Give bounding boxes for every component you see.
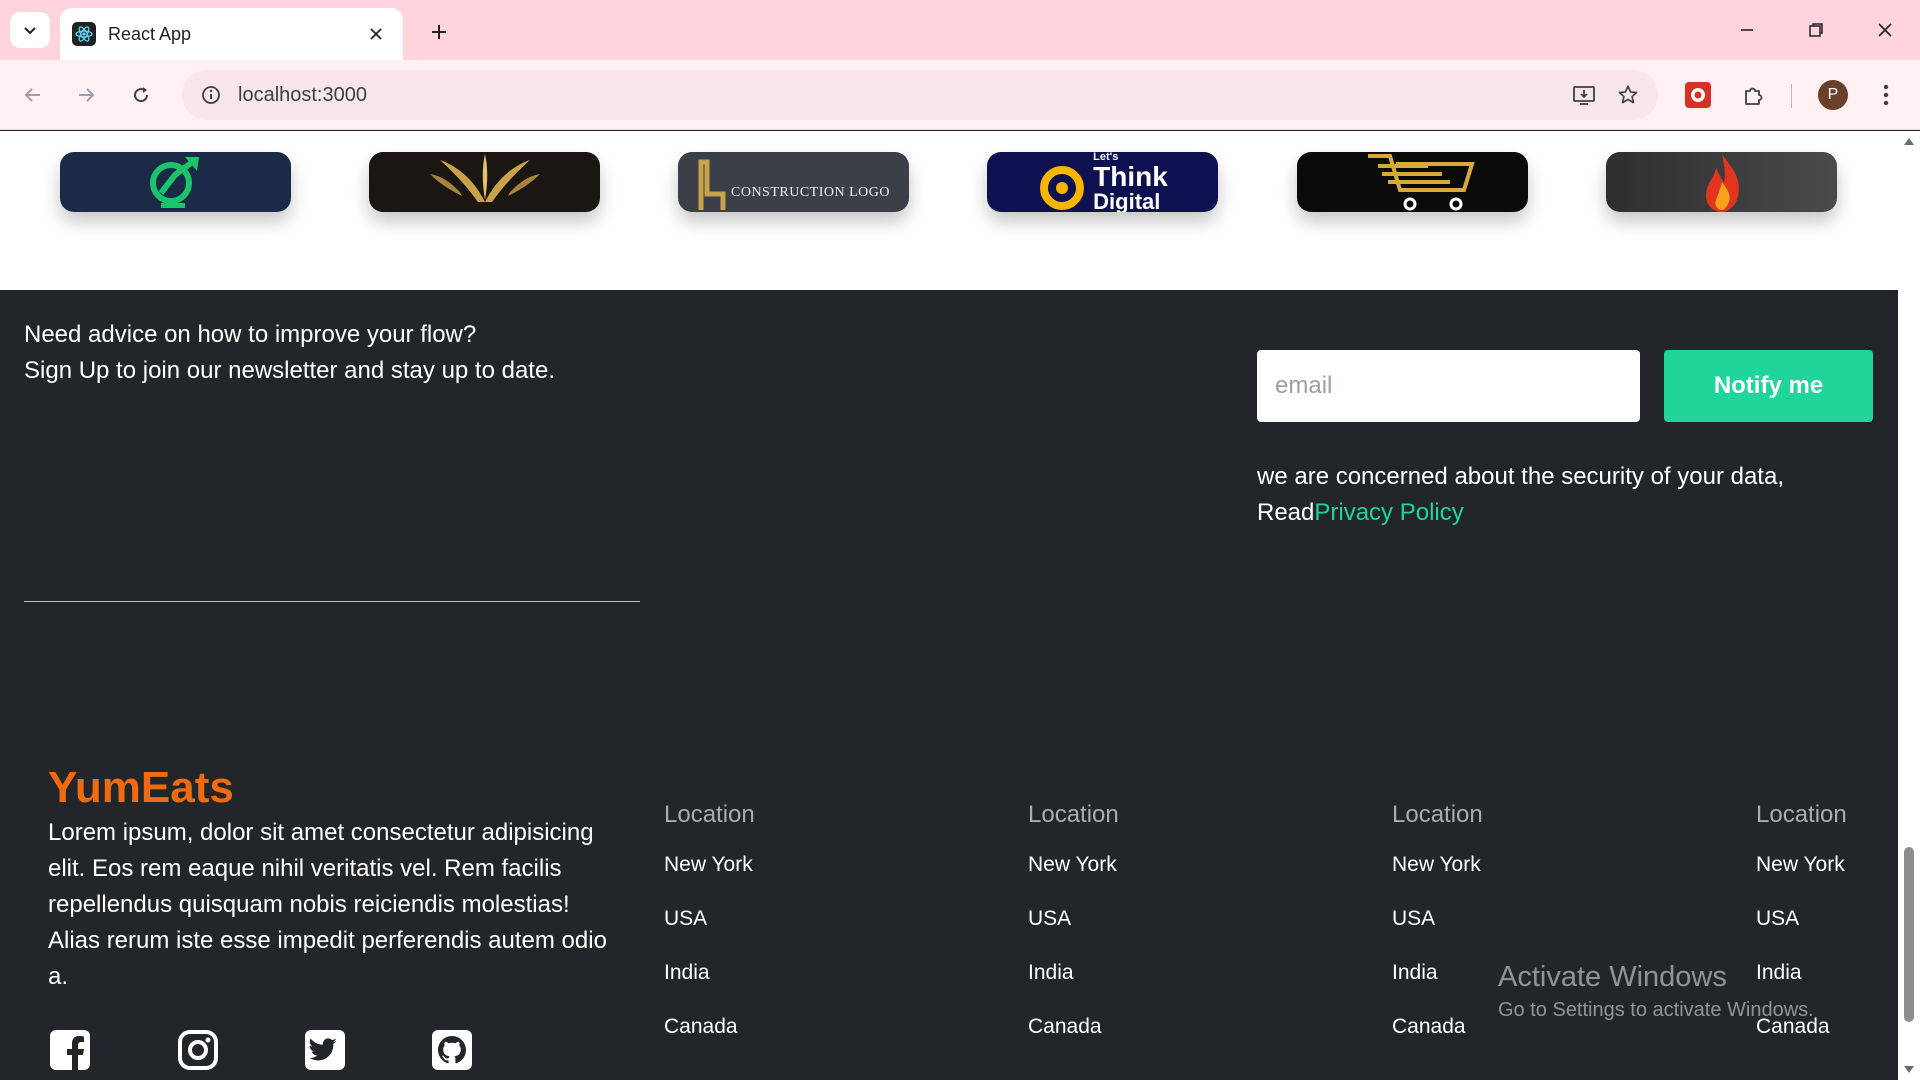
email-field[interactable]	[1257, 350, 1640, 422]
footer-divider	[24, 601, 640, 602]
privacy-note-text: we are concerned about the security of y…	[1257, 463, 1784, 490]
footer-link[interactable]: Canada	[664, 1013, 884, 1041]
cart-logo[interactable]	[1297, 152, 1528, 212]
footer-link[interactable]: USA	[1028, 905, 1248, 933]
new-tab-button[interactable]	[421, 14, 457, 50]
site-info-icon[interactable]	[196, 80, 226, 110]
tab-title: React App	[108, 23, 192, 44]
footer-link[interactable]: New York	[1028, 851, 1248, 879]
think-digital-main-text: Think	[1093, 160, 1168, 192]
footer-link[interactable]: India	[664, 959, 884, 987]
twitter-icon[interactable]	[302, 1027, 348, 1073]
house-logo-icon	[698, 159, 726, 210]
extensions-menu-button[interactable]	[1734, 75, 1774, 115]
footer-link[interactable]: USA	[664, 905, 884, 933]
page-scrollbar[interactable]	[1898, 131, 1920, 1080]
privacy-read-label: Read	[1257, 499, 1315, 526]
toolbar-separator	[1791, 84, 1792, 108]
bookmark-star-icon[interactable]	[1606, 73, 1650, 117]
brand-name[interactable]: YumEats	[48, 763, 234, 813]
scroll-up-arrow-icon[interactable]	[1903, 135, 1915, 147]
restore-button[interactable]	[1793, 8, 1839, 52]
column-heading: Location	[1028, 801, 1119, 828]
forward-button[interactable]	[66, 75, 106, 115]
react-icon	[72, 22, 96, 46]
footer-link[interactable]: India	[1028, 959, 1248, 987]
minimize-button[interactable]	[1724, 8, 1770, 52]
growth-logo[interactable]	[60, 152, 291, 212]
footer-link[interactable]: New York	[664, 851, 884, 879]
browser-toolbar: localhost:3000 P	[0, 60, 1920, 130]
footer-link[interactable]: New York	[1392, 851, 1612, 879]
notify-me-button[interactable]: Notify me	[1664, 350, 1873, 422]
column-heading: Location	[664, 801, 755, 828]
facebook-icon[interactable]	[47, 1027, 93, 1073]
laurel-icon	[429, 154, 540, 202]
browser-tabstrip: React App	[0, 0, 1920, 60]
reload-button[interactable]	[121, 75, 161, 115]
brand-description: Lorem ipsum, dolor sit amet consectetur …	[48, 819, 607, 990]
newsletter-line-2: Sign Up to join our newsletter and stay …	[24, 357, 555, 384]
laurel-logo[interactable]	[369, 152, 600, 212]
extension-button[interactable]	[1678, 75, 1718, 115]
arrow-left-icon	[24, 88, 40, 102]
think-digital-sub-text: Digital	[1093, 188, 1161, 212]
scrollbar-thumb[interactable]	[1904, 847, 1914, 1022]
footer-link[interactable]: USA	[1756, 905, 1886, 933]
footer-link[interactable]: Canada	[1028, 1013, 1248, 1041]
flame-logo[interactable]	[1606, 152, 1837, 212]
privacy-policy-link[interactable]: Privacy Policy	[1314, 499, 1463, 526]
footer-column-1: Location New York USA India Canada	[664, 799, 884, 1041]
flame-icon	[1705, 154, 1739, 212]
close-window-button[interactable]	[1862, 8, 1908, 52]
growth-arrow-icon	[149, 157, 199, 208]
footer-column-3: Location New York USA India Canada	[1392, 799, 1612, 1041]
newsletter-text: Need advice on how to improve your flow?…	[24, 317, 555, 389]
back-button[interactable]	[13, 75, 53, 115]
footer-column-4: Location New York USA India Canada	[1756, 799, 1886, 1041]
footer-column-2: Location New York USA India Canada	[1028, 799, 1248, 1041]
footer-link[interactable]: New York	[1756, 851, 1886, 879]
url-text[interactable]: localhost:3000	[238, 84, 1562, 107]
newsletter-line-1: Need advice on how to improve your flow?	[24, 321, 477, 348]
install-app-icon[interactable]	[1562, 73, 1606, 117]
logo-strip: CONSTRUCTION LOGO Let's Think Digital	[0, 131, 1898, 290]
think-digital-mark-icon	[1040, 166, 1085, 210]
construction-logo-text: CONSTRUCTION LOGO	[731, 185, 890, 200]
arrow-right-icon	[79, 88, 95, 102]
page-viewport: CONSTRUCTION LOGO Let's Think Digital Ne…	[0, 131, 1898, 1080]
construction-logo[interactable]: CONSTRUCTION LOGO	[678, 152, 909, 212]
privacy-note: we are concerned about the security of y…	[1257, 459, 1857, 531]
column-heading: Location	[1756, 801, 1847, 828]
think-digital-logo[interactable]: Let's Think Digital	[987, 152, 1218, 212]
restore-icon	[1809, 23, 1823, 37]
reload-icon	[134, 87, 149, 103]
plus-icon	[432, 25, 446, 39]
footer-link[interactable]: USA	[1392, 905, 1612, 933]
browser-tab-active[interactable]: React App	[60, 8, 403, 60]
avatar: P	[1818, 80, 1848, 110]
browser-menu-button[interactable]	[1866, 75, 1906, 115]
profile-button[interactable]: P	[1813, 75, 1853, 115]
close-tab-icon[interactable]	[363, 21, 389, 47]
column-heading: Location	[1392, 801, 1483, 828]
github-icon[interactable]	[429, 1027, 475, 1073]
tab-search-button[interactable]	[10, 12, 50, 48]
puzzle-icon	[1745, 87, 1763, 105]
footer-link[interactable]: India	[1392, 959, 1612, 987]
footer-link[interactable]: India	[1756, 959, 1886, 987]
address-bar[interactable]: localhost:3000	[182, 70, 1658, 120]
scroll-down-arrow-icon[interactable]	[1903, 1064, 1915, 1076]
extension-app-icon	[1685, 82, 1711, 108]
chevron-down-icon	[24, 27, 36, 35]
instagram-icon[interactable]	[175, 1027, 221, 1073]
more-vert-icon	[1883, 84, 1889, 106]
minimize-icon	[1741, 29, 1753, 31]
footer-link[interactable]: Canada	[1756, 1013, 1886, 1041]
shopping-cart-icon	[1367, 154, 1475, 211]
footer-link[interactable]: Canada	[1392, 1013, 1612, 1041]
close-icon	[1878, 23, 1892, 37]
